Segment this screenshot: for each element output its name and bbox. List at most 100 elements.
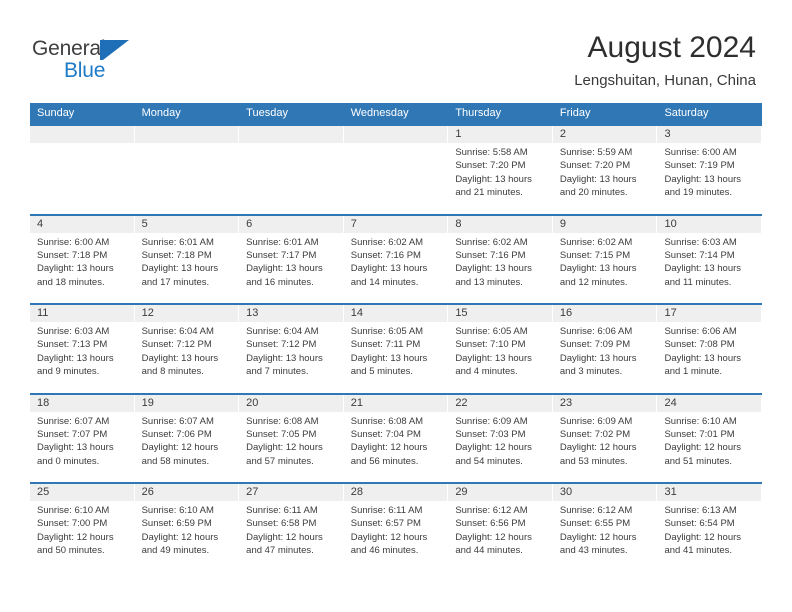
day-cell[interactable]: 11 Sunrise: 6:03 AM Sunset: 7:13 PM Dayligh…	[30, 305, 135, 393]
day-detail-line: Daylight: 13 hours	[37, 352, 114, 364]
day-cell[interactable]: 18 Sunrise: 6:07 AM Sunset: 7:07 PM Dayligh…	[30, 394, 135, 483]
day-number-band	[239, 126, 343, 143]
day-cell[interactable]: 31 Sunrise: 6:13 AM Sunset: 6:54 PM Dayligh…	[657, 484, 762, 572]
day-detail-line: and 14 minutes.	[350, 276, 419, 288]
day-details: Sunrise: 6:04 AM Sunset: 7:12 PM Daylight:…	[135, 322, 240, 379]
day-detail-line: and 47 minutes.	[246, 545, 314, 557]
day-detail-line: and 56 minutes.	[350, 455, 419, 467]
day-cell[interactable]: 8 Sunrise: 6:02 AM Sunset: 7:16 PM Daylight…	[448, 215, 553, 304]
day-number: 29	[455, 486, 468, 498]
day-detail-line: and 4 minutes.	[455, 366, 518, 378]
day-detail-line: Sunrise: 6:00 AM	[37, 236, 110, 248]
day-detail-line: Sunset: 6:54 PM	[664, 518, 735, 530]
day-detail-line: and 46 minutes.	[350, 545, 419, 557]
day-cell[interactable]: 13 Sunrise: 6:04 AM Sunset: 7:12 PM Dayligh…	[239, 305, 344, 393]
day-detail-line: Daylight: 12 hours	[350, 531, 428, 543]
day-detail-line: Daylight: 13 hours	[455, 263, 532, 275]
day-cell[interactable]: 3 Sunrise: 6:00 AM Sunset: 7:19 PM Daylight…	[657, 126, 762, 214]
day-detail-line: Sunset: 7:14 PM	[664, 249, 735, 261]
day-cell[interactable]: 6 Sunrise: 6:01 AM Sunset: 7:17 PM Daylight…	[239, 215, 344, 304]
day-detail-line: and 11 minutes.	[664, 276, 732, 288]
day-cell[interactable]: 28 Sunrise: 6:11 AM Sunset: 6:57 PM Dayligh…	[343, 484, 449, 572]
day-number: 24	[664, 396, 677, 409]
day-number: 5	[141, 217, 148, 230]
calendar-week-row: 1 Sunrise: 5:58 AM Sunset: 7:20 PM Daylight…	[30, 124, 762, 214]
day-cell[interactable]: 30 Sunrise: 6:12 AM Sunset: 6:55 PM Dayligh…	[552, 484, 658, 572]
day-number-band: 14	[343, 305, 448, 322]
day-cell[interactable]: 9 Sunrise: 6:02 AM Sunset: 7:15 PM Daylight…	[552, 215, 658, 304]
day-details: Sunrise: 5:59 AM Sunset: 7:20 PM Daylight:…	[553, 143, 658, 200]
day-detail-line: Sunrise: 6:05 AM	[455, 326, 528, 337]
day-details	[344, 143, 449, 146]
day-details: Sunrise: 6:00 AM Sunset: 7:19 PM Daylight:…	[657, 143, 762, 200]
day-detail-line: Daylight: 12 hours	[246, 531, 323, 543]
day-cell[interactable]: 19 Sunrise: 6:07 AM Sunset: 7:06 PM Dayligh…	[134, 394, 240, 483]
day-number-band: 18	[30, 394, 134, 412]
day-cell[interactable]: 29 Sunrise: 6:12 AM Sunset: 6:56 PM Dayligh…	[448, 484, 553, 572]
brand-logo[interactable]: General Blue	[32, 38, 232, 88]
day-detail-line: Sunset: 7:19 PM	[664, 160, 735, 172]
day-cell[interactable]: 1 Sunrise: 5:58 AM Sunset: 7:20 PM Daylight…	[448, 126, 553, 214]
day-detail-line: and 54 minutes.	[455, 455, 523, 467]
day-cell[interactable]: 16 Sunrise: 6:06 AM Sunset: 7:09 PM Dayligh…	[552, 305, 658, 393]
day-cell[interactable]: 25 Sunrise: 6:10 AM Sunset: 7:00 PM Dayligh…	[30, 484, 135, 572]
brand-name-blue: Blue	[64, 59, 106, 82]
day-cell[interactable]: 10 Sunrise: 6:03 AM Sunset: 7:14 PM Dayligh…	[657, 215, 762, 304]
day-cell[interactable]: 17 Sunrise: 6:06 AM Sunset: 7:08 PM Dayligh…	[657, 305, 762, 393]
day-detail-line: Sunrise: 5:59 AM	[559, 147, 633, 158]
day-number: 30	[559, 486, 573, 498]
day-detail-line: Daylight: 12 hours	[350, 442, 428, 454]
day-details: Sunrise: 6:06 AM Sunset: 7:09 PM Daylight:…	[553, 322, 658, 379]
day-detail-line: Sunset: 6:55 PM	[559, 518, 631, 530]
day-detail-line: and 43 minutes.	[559, 545, 628, 557]
day-details: Sunrise: 6:06 AM Sunset: 7:08 PM Daylight:…	[657, 322, 762, 379]
day-detail-line: Sunset: 7:16 PM	[350, 249, 421, 261]
brand-logo-top-row: General	[32, 38, 232, 62]
day-detail-line: Daylight: 13 hours	[37, 442, 114, 454]
day-number-band: 30	[552, 484, 657, 501]
day-cell[interactable]: 27 Sunrise: 6:11 AM Sunset: 6:58 PM Dayligh…	[239, 484, 344, 572]
day-cell[interactable]: 24 Sunrise: 6:10 AM Sunset: 7:01 PM Dayligh…	[657, 394, 762, 483]
day-detail-line: Daylight: 12 hours	[455, 531, 532, 543]
day-number-band: 11	[30, 305, 134, 322]
weekday-header-tuesday: Tuesday	[246, 107, 288, 119]
day-detail-line: Sunset: 7:04 PM	[350, 428, 421, 440]
calendar-week-row: 25 Sunrise: 6:10 AM Sunset: 7:00 PM Dayligh…	[30, 482, 762, 572]
day-detail-line: Sunrise: 6:10 AM	[141, 505, 214, 516]
day-detail-line: Daylight: 13 hours	[664, 173, 742, 185]
day-cell[interactable]: 26 Sunrise: 6:10 AM Sunset: 6:59 PM Dayligh…	[134, 484, 240, 572]
day-detail-line: Sunrise: 6:09 AM	[455, 415, 528, 427]
day-number-band: 26	[134, 484, 239, 501]
day-detail-line: and 7 minutes.	[246, 366, 309, 378]
day-detail-line: Sunrise: 6:11 AM	[350, 505, 423, 516]
page-subtitle: Lengshuitan, Hunan, China	[574, 72, 756, 89]
day-cell[interactable]: 12 Sunrise: 6:04 AM Sunset: 7:12 PM Dayligh…	[134, 305, 240, 393]
day-cell[interactable]: 21 Sunrise: 6:08 AM Sunset: 7:04 PM Dayligh…	[343, 394, 449, 483]
day-number: 2	[559, 128, 567, 140]
day-cell[interactable]: 22 Sunrise: 6:09 AM Sunset: 7:03 PM Dayligh…	[448, 394, 553, 483]
day-detail-line: Sunset: 7:12 PM	[246, 339, 317, 351]
day-cell[interactable]: 5 Sunrise: 6:01 AM Sunset: 7:18 PM Daylight…	[134, 215, 240, 304]
day-detail-line: and 17 minutes.	[141, 276, 210, 288]
day-detail-line: Sunset: 7:18 PM	[141, 249, 212, 261]
day-detail-line: and 0 minutes.	[37, 455, 100, 467]
day-cell[interactable]: 23 Sunrise: 6:09 AM Sunset: 7:02 PM Dayligh…	[552, 394, 658, 483]
day-cell[interactable]: 15 Sunrise: 6:05 AM Sunset: 7:10 PM Dayligh…	[448, 305, 553, 393]
day-detail-line: Sunset: 7:02 PM	[559, 428, 631, 440]
day-detail-line: Daylight: 12 hours	[141, 442, 219, 454]
day-details: Sunrise: 6:03 AM Sunset: 7:14 PM Daylight:…	[657, 233, 762, 290]
day-number: 11	[37, 307, 49, 319]
day-detail-line: Daylight: 13 hours	[37, 263, 114, 275]
day-details: Sunrise: 6:09 AM Sunset: 7:02 PM Daylight:…	[553, 412, 658, 469]
day-cell[interactable]: 7 Sunrise: 6:02 AM Sunset: 7:16 PM Daylight…	[343, 215, 449, 304]
day-detail-line: Sunset: 7:15 PM	[559, 249, 631, 261]
day-detail-line: Sunrise: 6:08 AM	[350, 415, 424, 427]
day-cell[interactable]: 4 Sunrise: 6:00 AM Sunset: 7:18 PM Daylight…	[30, 215, 135, 304]
day-cell[interactable]: 14 Sunrise: 6:05 AM Sunset: 7:11 PM Dayligh…	[343, 305, 449, 393]
day-cell[interactable]: 2 Sunrise: 5:59 AM Sunset: 7:20 PM Daylight…	[552, 126, 658, 214]
day-detail-line: and 20 minutes.	[559, 187, 628, 199]
day-cell[interactable]: 20 Sunrise: 6:08 AM Sunset: 7:05 PM Dayligh…	[239, 394, 344, 483]
day-number-band	[343, 126, 448, 143]
day-number-band: 6	[239, 215, 343, 233]
day-number-band: 12	[134, 305, 239, 322]
